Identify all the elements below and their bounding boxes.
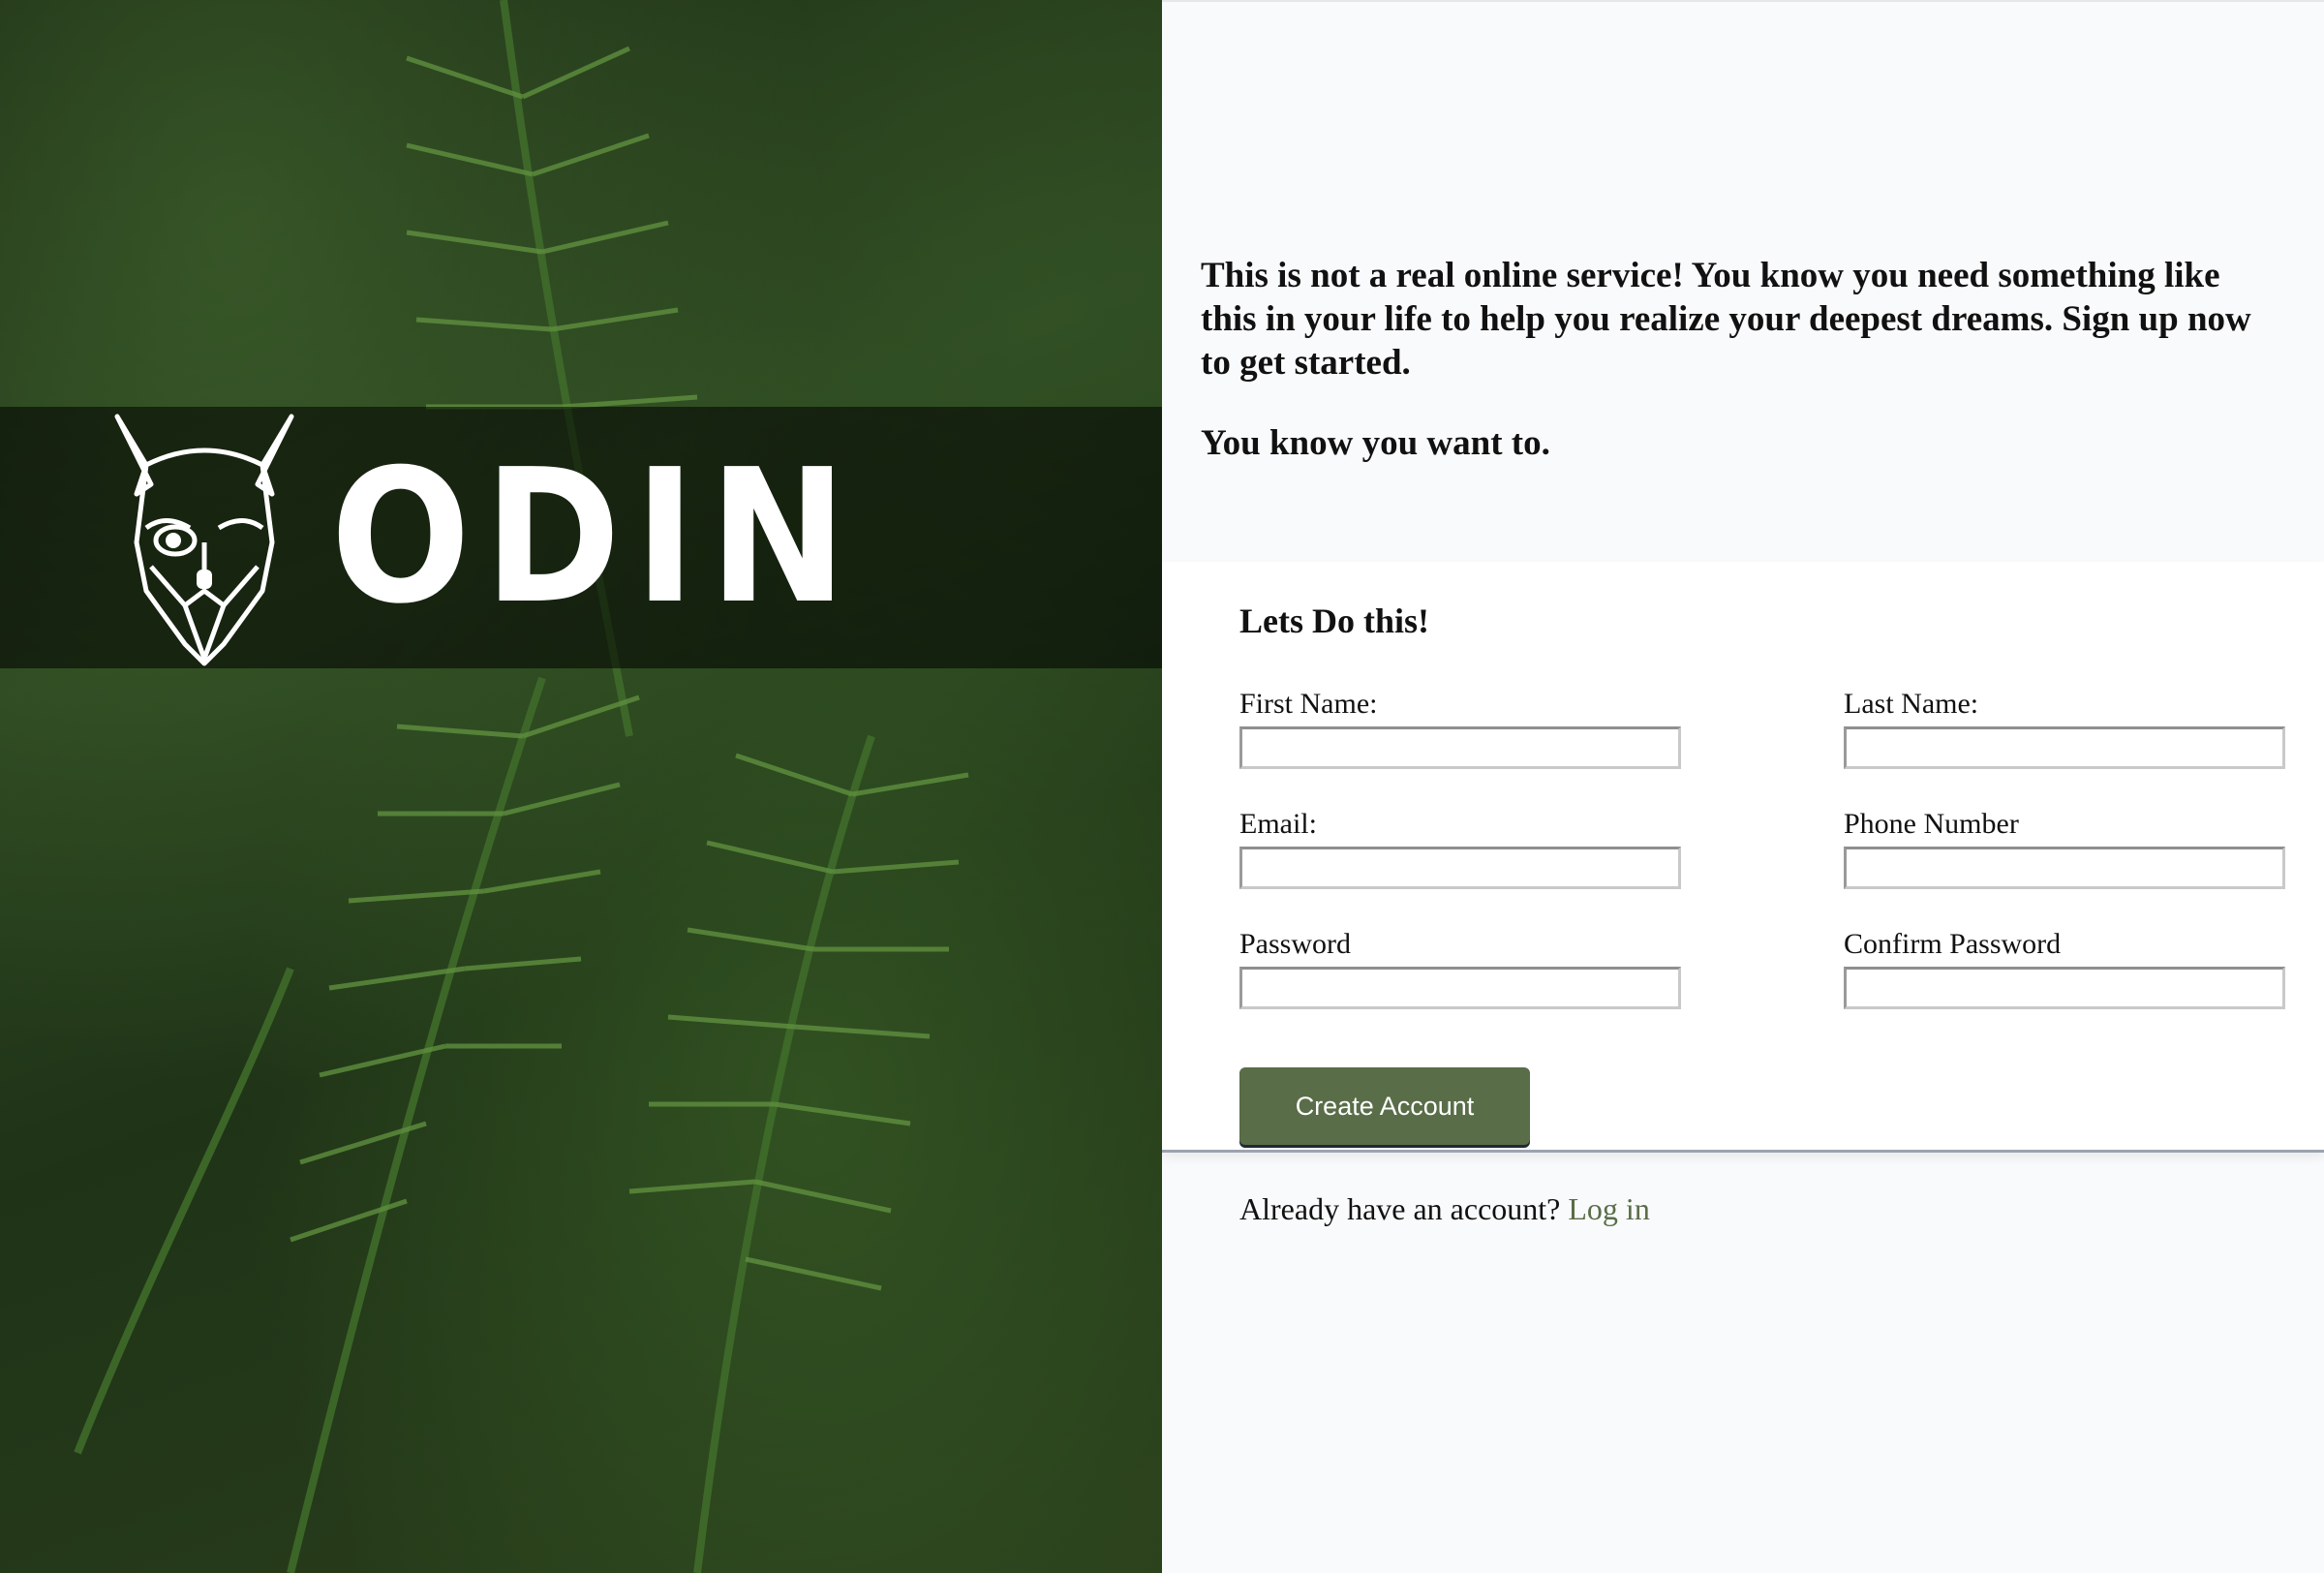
confirm-password-field-group: Confirm Password bbox=[1844, 928, 2285, 1009]
fern-background-image bbox=[74, 0, 969, 1573]
first-name-label: First Name: bbox=[1239, 688, 1378, 720]
intro-paragraph: This is not a real online service! You k… bbox=[1201, 256, 2251, 383]
signup-content: This is not a real online service! You k… bbox=[1162, 0, 2324, 1573]
phone-input[interactable] bbox=[1844, 847, 2285, 889]
last-name-field-group: Last Name: bbox=[1844, 688, 2285, 769]
logo: ODIN bbox=[107, 407, 860, 668]
phone-field-group: Phone Number bbox=[1844, 808, 2285, 889]
password-label: Password bbox=[1239, 928, 1352, 960]
last-name-label: Last Name: bbox=[1844, 688, 1979, 720]
email-label: Email: bbox=[1239, 808, 1317, 840]
logo-text: ODIN bbox=[330, 430, 861, 645]
first-name-field-group: First Name: bbox=[1239, 688, 1681, 769]
login-link[interactable]: Log in bbox=[1568, 1191, 1649, 1226]
phone-label: Phone Number bbox=[1844, 808, 2019, 840]
login-prompt: Already have an account? Log in bbox=[1162, 1153, 2324, 1227]
form-title: Lets Do this! bbox=[1239, 601, 1429, 640]
email-input[interactable] bbox=[1239, 847, 1681, 889]
confirm-password-input[interactable] bbox=[1844, 967, 2285, 1009]
password-field-group: Password bbox=[1239, 928, 1681, 1009]
form-fields-grid: First Name: Last Name: Email: Phone Numb… bbox=[1239, 688, 2285, 1009]
confirm-password-label: Confirm Password bbox=[1844, 928, 2062, 960]
last-name-input[interactable] bbox=[1844, 726, 2285, 769]
create-account-button[interactable]: Create Account bbox=[1239, 1067, 1530, 1145]
intro-section: This is not a real online service! You k… bbox=[1162, 0, 2324, 562]
signup-form: Lets Do this! First Name: Last Name: Ema… bbox=[1162, 562, 2324, 1153]
email-field-group: Email: bbox=[1239, 808, 1681, 889]
login-prompt-text: Already have an account? bbox=[1239, 1191, 1561, 1226]
logo-band: ODIN bbox=[0, 407, 1162, 668]
password-input[interactable] bbox=[1239, 967, 1681, 1009]
intro-tagline: You know you want to. bbox=[1201, 423, 1550, 463]
hero-panel: ODIN bbox=[0, 0, 1162, 1573]
first-name-input[interactable] bbox=[1239, 726, 1681, 769]
viking-head-icon bbox=[114, 414, 294, 666]
